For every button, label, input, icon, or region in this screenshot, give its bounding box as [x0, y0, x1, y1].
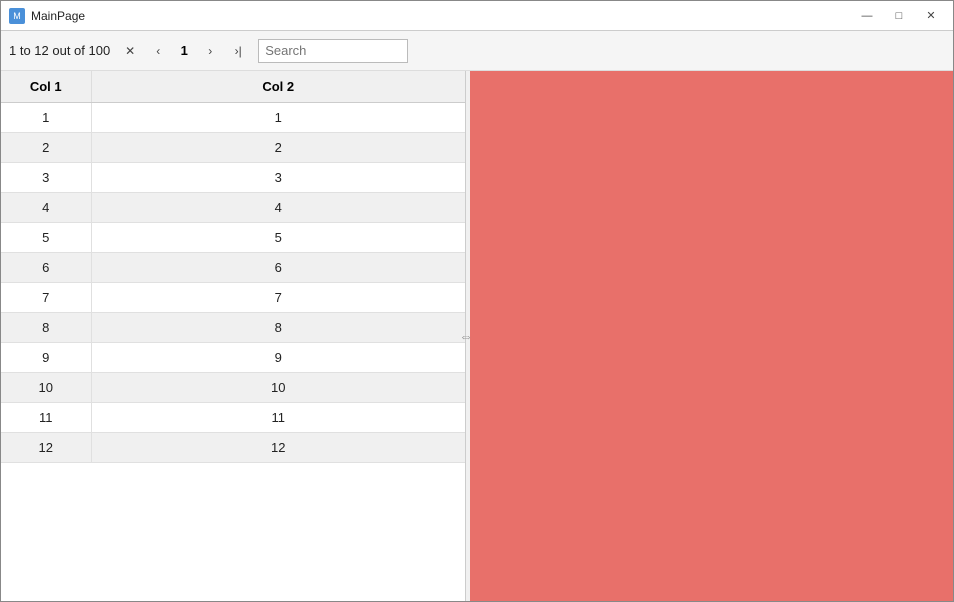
col2-cell: 1 [91, 103, 465, 133]
col2-cell: 4 [91, 193, 465, 223]
maximize-button[interactable]: □ [885, 7, 913, 25]
close-button[interactable]: ✕ [917, 7, 945, 25]
table-panel: Col 1 Col 2 1122334455667788991010111112… [1, 71, 466, 601]
table-row[interactable]: 11 [1, 103, 465, 133]
col2-cell: 7 [91, 283, 465, 313]
col2-cell: 8 [91, 313, 465, 343]
col1-cell: 11 [1, 403, 91, 433]
red-panel [470, 71, 953, 601]
col1-cell: 4 [1, 193, 91, 223]
col2-cell: 9 [91, 343, 465, 373]
col1-cell: 7 [1, 283, 91, 313]
title-bar-left: M MainPage [9, 8, 85, 24]
table-row[interactable]: 22 [1, 133, 465, 163]
col1-cell: 6 [1, 253, 91, 283]
table-row[interactable]: 66 [1, 253, 465, 283]
col1-cell: 9 [1, 343, 91, 373]
col2-header: Col 2 [91, 71, 465, 103]
title-bar: M MainPage — □ ✕ [1, 1, 953, 31]
table-row[interactable]: 1010 [1, 373, 465, 403]
main-window: M MainPage — □ ✕ 1 to 12 out of 100 ✕ ‹ … [0, 0, 954, 602]
table-row[interactable]: 55 [1, 223, 465, 253]
col1-cell: 10 [1, 373, 91, 403]
table-row[interactable]: 44 [1, 193, 465, 223]
col1-cell: 5 [1, 223, 91, 253]
col2-cell: 2 [91, 133, 465, 163]
last-page-button[interactable]: ›| [226, 39, 250, 63]
col2-cell: 10 [91, 373, 465, 403]
table-row[interactable]: 1212 [1, 433, 465, 463]
next-page-button[interactable]: › [198, 39, 222, 63]
col1-header: Col 1 [1, 71, 91, 103]
pagination-info: 1 to 12 out of 100 [9, 43, 110, 58]
minimize-button[interactable]: — [853, 7, 881, 25]
current-page: 1 [174, 43, 194, 58]
data-table: Col 1 Col 2 1122334455667788991010111112… [1, 71, 465, 463]
content-area: Col 1 Col 2 1122334455667788991010111112… [1, 71, 953, 601]
title-bar-controls: — □ ✕ [853, 7, 945, 25]
col2-cell: 3 [91, 163, 465, 193]
table-row[interactable]: 99 [1, 343, 465, 373]
col1-cell: 3 [1, 163, 91, 193]
col1-cell: 2 [1, 133, 91, 163]
col2-cell: 5 [91, 223, 465, 253]
table-row[interactable]: 1111 [1, 403, 465, 433]
search-input[interactable] [258, 39, 408, 63]
col1-cell: 8 [1, 313, 91, 343]
app-icon: M [9, 8, 25, 24]
col2-cell: 12 [91, 433, 465, 463]
prev-page-button[interactable]: ‹ [146, 39, 170, 63]
col1-cell: 12 [1, 433, 91, 463]
window-title: MainPage [31, 9, 85, 23]
table-row[interactable]: 33 [1, 163, 465, 193]
col1-cell: 1 [1, 103, 91, 133]
col2-cell: 6 [91, 253, 465, 283]
clear-filter-button[interactable]: ✕ [118, 39, 142, 63]
table-row[interactable]: 88 [1, 313, 465, 343]
col2-cell: 11 [91, 403, 465, 433]
resize-handle[interactable]: ⇔ [462, 71, 470, 601]
toolbar: 1 to 12 out of 100 ✕ ‹ 1 › ›| [1, 31, 953, 71]
table-row[interactable]: 77 [1, 283, 465, 313]
